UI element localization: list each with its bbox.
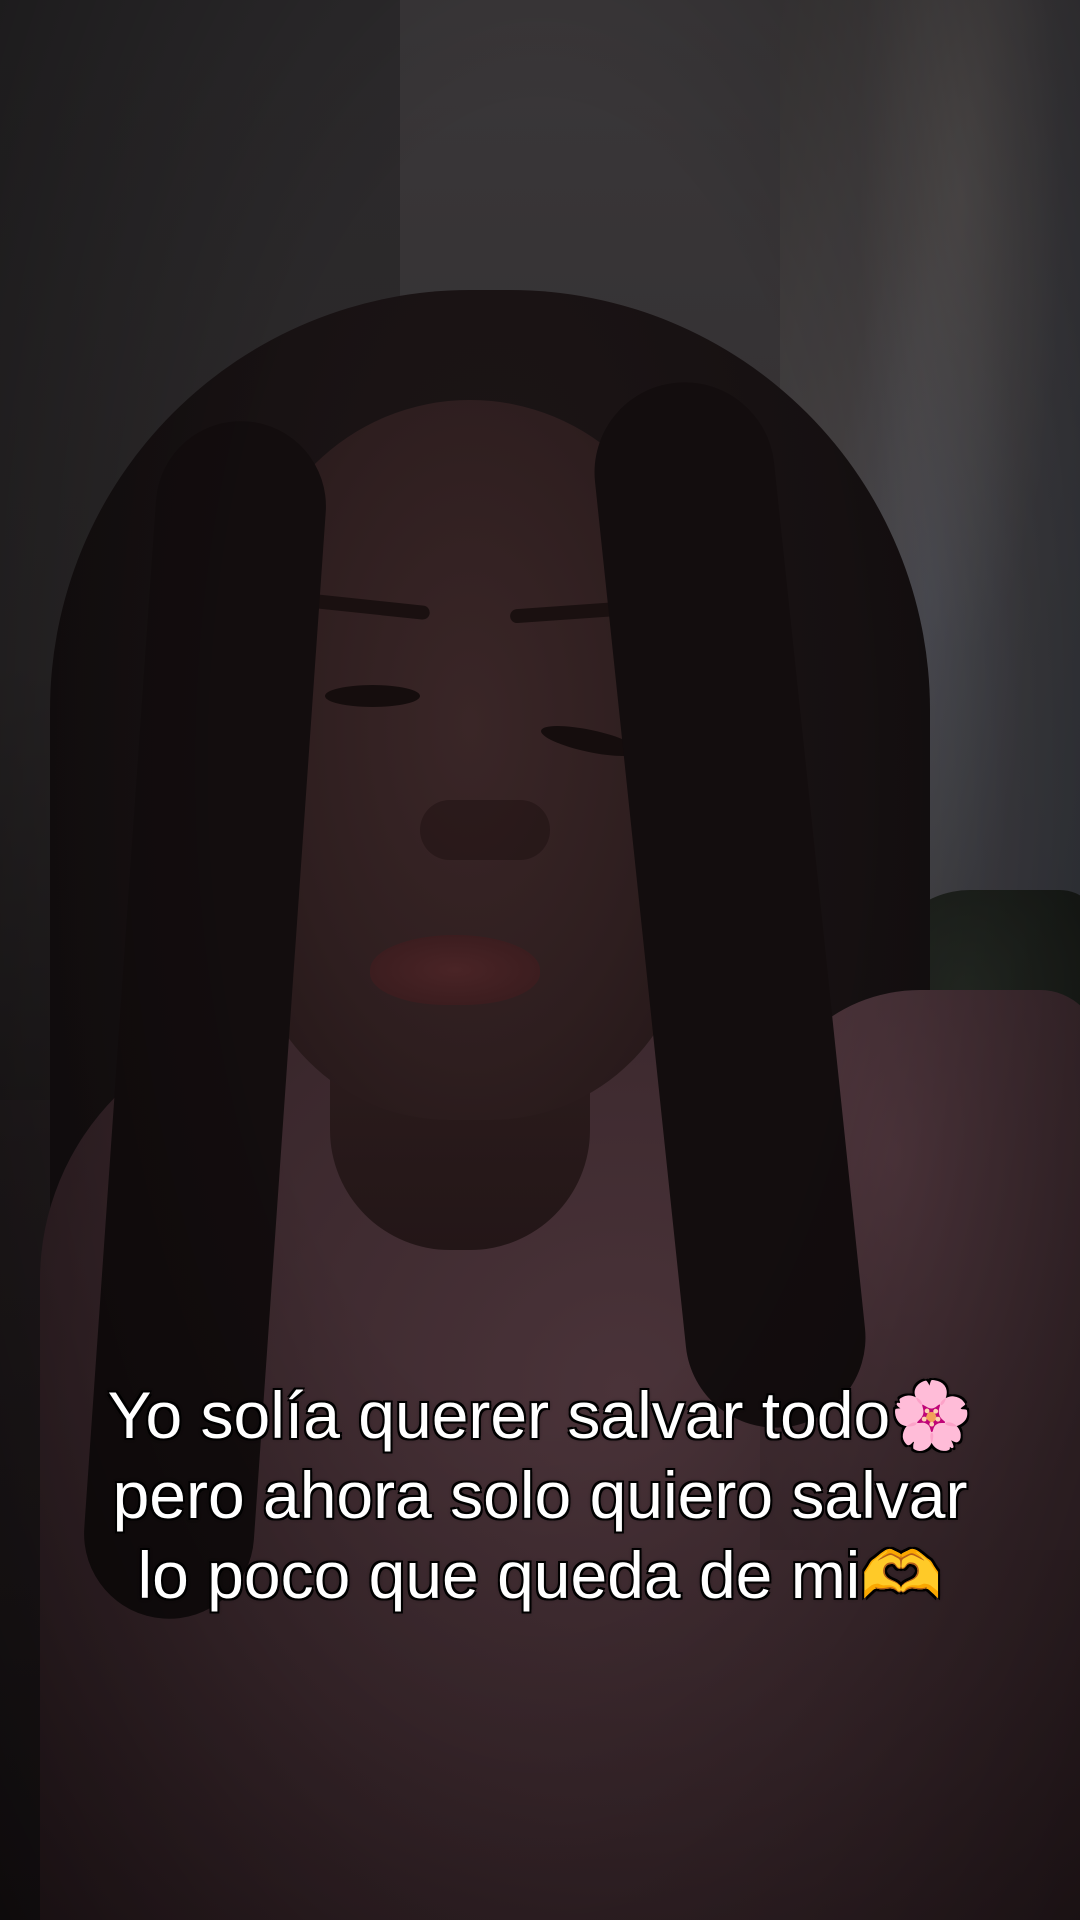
video-caption: Yo solía querer salvar todo🌸 pero ahora … — [0, 1375, 1080, 1615]
photo-scene: Yo solía querer salvar todo🌸 pero ahora … — [0, 0, 1080, 1920]
vignette — [0, 0, 1080, 1920]
caption-line-2: pero ahora solo quiero salvar — [112, 1458, 968, 1532]
caption-line-1: Yo solía querer salvar todo🌸 — [107, 1378, 973, 1452]
caption-line-3: lo poco que queda de mi🫶 — [137, 1538, 943, 1612]
